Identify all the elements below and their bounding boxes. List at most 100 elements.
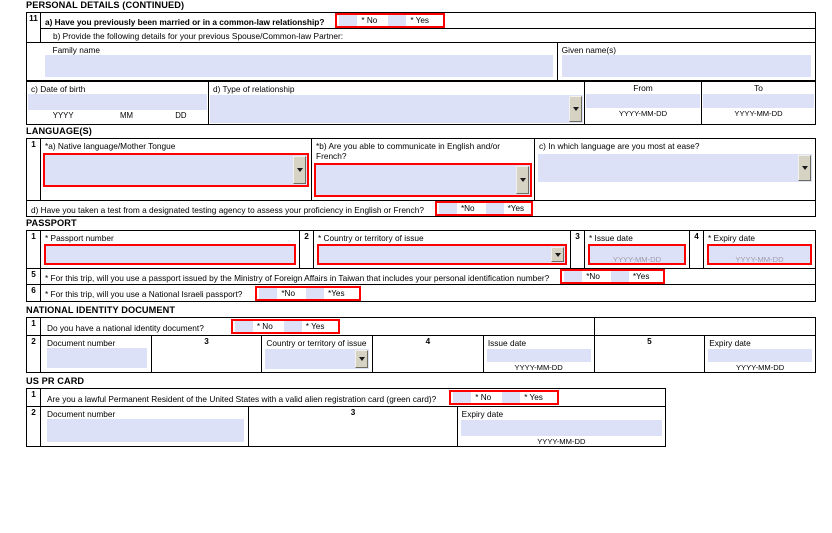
chevron-down-icon[interactable]	[798, 155, 811, 181]
nid-expiry-date-input[interactable]	[708, 349, 812, 362]
relationship-type-label: d) Type of relationship	[213, 84, 295, 94]
taiwan-passport-no-checkbox[interactable]	[564, 271, 583, 282]
table-row: 6 * For this trip, will you use a Nation…	[26, 284, 816, 302]
table-row: 1 * Passport number 2 * Country or terri…	[26, 230, 816, 269]
taiwan-passport-yes-label: *Yes	[632, 272, 650, 281]
language-test-yes-label: *Yes	[507, 204, 525, 213]
native-language-input[interactable]	[45, 155, 307, 185]
section-title-us-pr-card: US PR CARD	[26, 376, 85, 386]
native-language-dropdown[interactable]	[45, 155, 307, 185]
most-at-ease-dropdown[interactable]	[538, 154, 812, 182]
communicate-language-input[interactable]	[316, 165, 530, 195]
relationship-type-dropdown[interactable]	[210, 95, 583, 123]
q11a-yesno-group[interactable]: * No * Yes	[335, 13, 446, 28]
nid-yesno-group[interactable]: * No * Yes	[230, 319, 341, 334]
family-name-input[interactable]	[44, 55, 553, 77]
uspr-no-checkbox[interactable]	[453, 392, 472, 403]
israeli-passport-no-label: *No	[281, 288, 296, 298]
nid-expiry-date-label: Expiry date	[709, 338, 751, 348]
passport-issue-date-label: * Issue date	[589, 233, 633, 243]
table-row: d) Have you taken a test from a designat…	[26, 200, 816, 217]
given-names-label: Given name(s)	[561, 45, 617, 55]
chevron-down-icon[interactable]	[551, 247, 564, 262]
languages-question-number: 1	[26, 138, 41, 201]
israeli-passport-yes-checkbox[interactable]	[306, 287, 325, 299]
uspr-yesno-group[interactable]: * No * Yes	[449, 390, 559, 405]
table-row: 1 Do you have a national identity docume…	[26, 317, 816, 336]
passport-issue-date-error-outline: YYYY-MM-DD	[588, 244, 686, 265]
nid-yes-label: * Yes	[305, 322, 325, 331]
chevron-down-icon[interactable]	[293, 156, 306, 184]
taiwan-passport-no-label: *No	[586, 272, 600, 281]
table-row: c) Date of birth YYYY MM DD d) Type of r…	[26, 81, 816, 125]
passport-q3-number: 3	[570, 230, 585, 269]
passport-q4-number: 4	[689, 230, 704, 269]
most-at-ease-language-label: c) In which language are you most at eas…	[539, 141, 700, 151]
uspr-document-number-input[interactable]	[47, 419, 245, 442]
nid-issue-date-input[interactable]	[486, 349, 591, 362]
nid-q3-number: 3	[150, 335, 263, 373]
uspr-no-label: * No	[475, 393, 492, 402]
language-test-yesno-group[interactable]: *No *Yes	[434, 201, 534, 216]
israeli-passport-yesno-group[interactable]: *No *Yes	[255, 285, 361, 301]
relationship-type-input[interactable]	[210, 95, 583, 123]
uspr-q2-number: 2	[26, 406, 41, 447]
passport-expiry-date-label: * Expiry date	[708, 233, 756, 243]
section-title-passport: PASSPORT	[26, 218, 77, 228]
relationship-from-input[interactable]	[586, 94, 700, 108]
table-row: 5 * For this trip, will you use a passpo…	[26, 268, 816, 285]
given-names-input[interactable]	[561, 55, 811, 77]
uspr-document-number-label: Document number	[47, 409, 116, 419]
dob-input[interactable]	[28, 94, 207, 110]
nid-have-document-label: Do you have a national identity document…	[47, 323, 204, 333]
passport-number-input[interactable]	[46, 246, 294, 263]
dob-yyyy-hint: YYYY	[52, 111, 74, 120]
section-title-national-identity: NATIONAL IDENTITY DOCUMENT	[26, 305, 176, 315]
taiwan-passport-yes-checkbox[interactable]	[610, 271, 629, 282]
passport-country-error-outline	[317, 244, 567, 265]
passport-issue-date-input[interactable]: YYYY-MM-DD	[590, 246, 684, 264]
chevron-down-icon[interactable]	[569, 96, 582, 122]
from-format-hint: YYYY-MM-DD	[618, 109, 668, 118]
nid-no-label: * No	[256, 322, 273, 331]
passport-number-error-outline	[44, 244, 296, 265]
passport-q5-number: 5	[26, 268, 41, 285]
from-column-header: From	[633, 83, 653, 93]
language-test-label: d) Have you taken a test from a designat…	[31, 204, 424, 215]
nid-no-checkbox[interactable]	[234, 321, 253, 332]
chevron-down-icon[interactable]	[355, 350, 369, 368]
us-pr-card-table: 1 Are you a lawful Permanent Resident of…	[26, 388, 667, 447]
uspr-yes-checkbox[interactable]	[502, 392, 521, 403]
nid-document-number-input[interactable]	[47, 348, 147, 368]
chevron-down-icon[interactable]	[516, 166, 529, 194]
taiwan-passport-yesno-group[interactable]: *No *Yes	[560, 269, 666, 284]
q11a-no-checkbox[interactable]	[339, 15, 358, 26]
personal-details-table: 11 a) Have you previously been married o…	[26, 12, 817, 81]
passport-issue-date-hint: YYYY-MM-DD	[612, 255, 662, 264]
nid-country-input[interactable]	[265, 349, 370, 369]
uspr-yes-label: * Yes	[524, 393, 543, 402]
passport-country-label: * Country or territory of issue	[318, 233, 424, 243]
table-row: b) Provide the following details for you…	[27, 28, 816, 43]
israeli-passport-no-checkbox[interactable]	[259, 287, 278, 299]
passport-expiry-date-input[interactable]: YYYY-MM-DD	[709, 246, 810, 264]
language-test-no-checkbox[interactable]	[438, 203, 457, 214]
native-language-label: *a) Native language/Mother Tongue	[45, 141, 176, 151]
relationship-to-input[interactable]	[703, 94, 814, 108]
israeli-passport-label: * For this trip, will you use a National…	[45, 289, 243, 299]
passport-q1-number: 1	[26, 230, 41, 269]
passport-country-input[interactable]	[319, 246, 565, 263]
table-row: 11 a) Have you previously been married o…	[26, 12, 816, 43]
uspr-expiry-date-input[interactable]	[460, 420, 662, 436]
nid-yes-checkbox[interactable]	[283, 321, 302, 332]
uspr-expiry-date-label: Expiry date	[461, 409, 504, 419]
communicate-language-dropdown[interactable]	[316, 165, 530, 195]
q11a-yes-checkbox[interactable]	[388, 15, 407, 26]
most-at-ease-input[interactable]	[538, 154, 812, 182]
to-format-hint: YYYY-MM-DD	[734, 109, 783, 118]
language-test-yes-checkbox[interactable]	[485, 203, 504, 214]
language-test-no-label: *No	[460, 204, 475, 213]
nid-country-dropdown[interactable]	[265, 349, 370, 369]
passport-country-dropdown[interactable]	[319, 246, 565, 263]
nid-issue-date-hint: YYYY-MM-DD	[514, 363, 563, 372]
